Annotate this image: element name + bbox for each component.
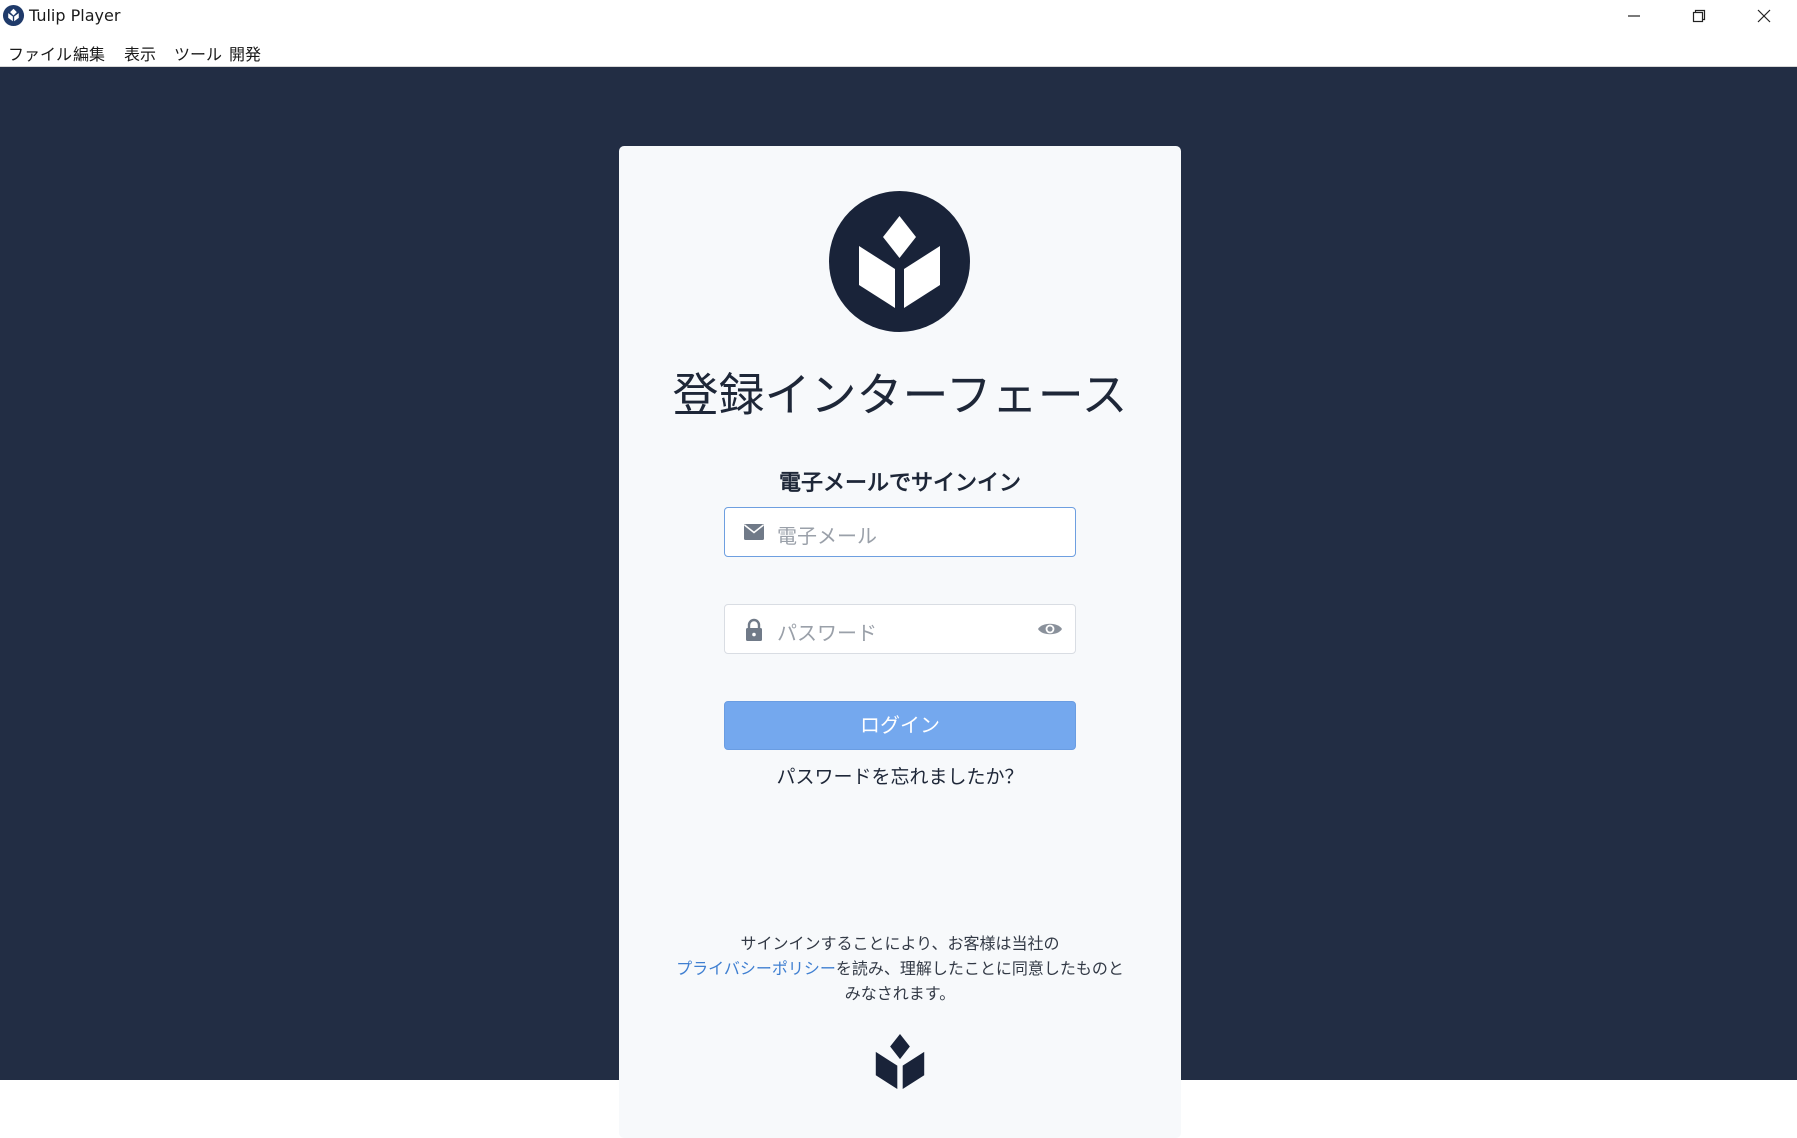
- restore-icon: [1692, 9, 1706, 23]
- privacy-policy-link[interactable]: プライバシーポリシー: [676, 959, 836, 978]
- legal-line-2: プライバシーポリシーを読み、理解したことに同意したものと: [649, 956, 1151, 981]
- login-button[interactable]: ログイン: [724, 701, 1076, 750]
- legal-line-1: サインインすることにより、お客様は当社の: [740, 934, 1060, 953]
- window-title: Tulip Player: [29, 6, 121, 25]
- menu-tools[interactable]: ツール: [174, 39, 222, 67]
- email-field[interactable]: 電子メール: [724, 507, 1076, 557]
- close-icon: [1757, 9, 1771, 23]
- menu-edit[interactable]: 編集: [73, 39, 105, 67]
- menu-develop[interactable]: 開発: [229, 39, 261, 67]
- minimize-button[interactable]: [1601, 0, 1667, 32]
- page-title: 登録インターフェース: [672, 368, 1128, 422]
- title-bar: Tulip Player: [0, 0, 1797, 32]
- tulip-app-icon: [2, 4, 25, 27]
- password-field[interactable]: パスワード: [724, 604, 1076, 654]
- legal-line-3: みなされます。: [844, 984, 956, 1003]
- password-placeholder: パスワード: [777, 621, 877, 645]
- legal-notice: サインインすることにより、お客様は当社の プライバシーポリシーを読み、理解したこ…: [649, 931, 1151, 1006]
- app-background: 登録インターフェース 電子メールでサインイン 電子メール パスワード ログイン: [0, 67, 1797, 1138]
- email-placeholder: 電子メール: [777, 524, 877, 548]
- lock-icon: [746, 618, 762, 641]
- tulip-footer-icon: [875, 1034, 925, 1089]
- tulip-icon: [859, 216, 940, 308]
- legal-line-2-text: を読み、理解したことに同意したものと: [835, 959, 1124, 978]
- envelope-icon: [744, 524, 764, 540]
- menu-view[interactable]: 表示: [124, 39, 156, 67]
- minimize-icon: [1628, 15, 1640, 17]
- tulip-logo: [829, 191, 970, 332]
- signin-subheading: 電子メールでサインイン: [778, 471, 1021, 496]
- login-card: 登録インターフェース 電子メールでサインイン 電子メール パスワード ログイン: [619, 146, 1181, 1138]
- eye-icon[interactable]: [1037, 620, 1063, 638]
- forgot-password-link[interactable]: パスワードを忘れましたか？: [619, 762, 1181, 789]
- menu-file[interactable]: ファイル: [8, 39, 72, 67]
- restore-button[interactable]: [1666, 0, 1732, 32]
- menu-bar: ファイル 編集 表示 ツール 開発: [0, 32, 1797, 67]
- close-button[interactable]: [1731, 0, 1797, 32]
